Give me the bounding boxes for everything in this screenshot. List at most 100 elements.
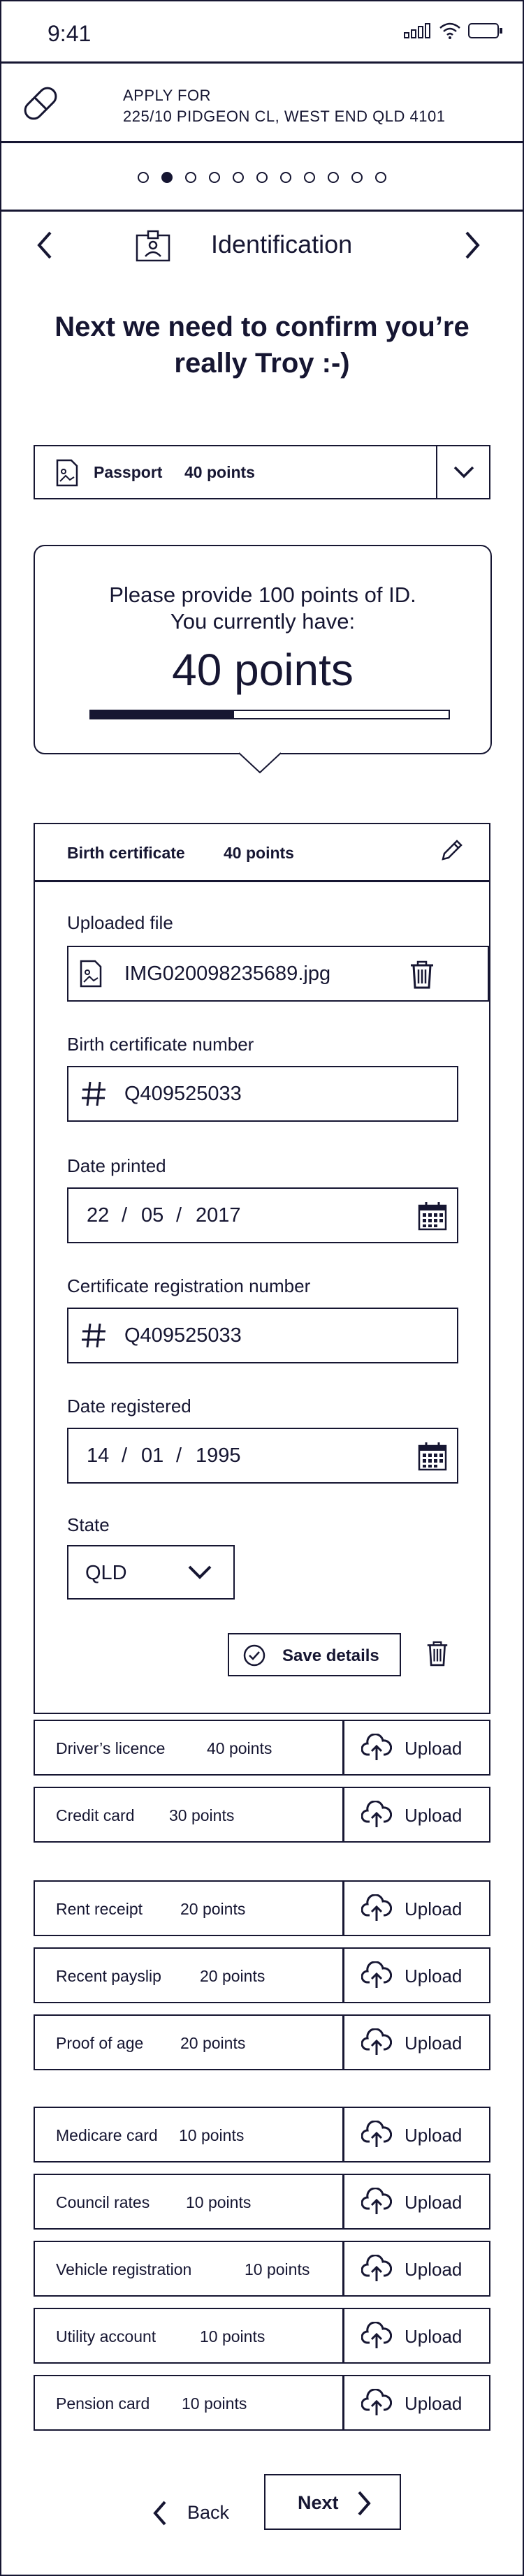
upload-button[interactable]: Upload: [342, 2376, 491, 2429]
progress-dot: [304, 172, 315, 183]
document-row: Vehicle registration 10 points Upload: [34, 2241, 490, 2297]
id-card-icon: [136, 230, 170, 262]
progress-dot: [328, 172, 339, 183]
calendar-icon[interactable]: [418, 1442, 447, 1471]
upload-label: Upload: [405, 1898, 463, 1919]
state-label: State: [67, 1514, 110, 1535]
divider: [1, 61, 523, 64]
document-row: Recent payslip 20 points Upload: [34, 1947, 490, 2003]
chevron-right-icon: [358, 2491, 371, 2516]
upload-label: Upload: [405, 1966, 463, 1986]
upload-button[interactable]: Upload: [342, 1788, 491, 1841]
uploaded-file-name: IMG020098235689.jpg: [124, 963, 331, 985]
chevron-down-icon: [188, 1565, 212, 1579]
document-name: Rent receipt: [56, 1900, 143, 1918]
document-points: 20 points: [180, 1900, 246, 1918]
step-title: Identification: [211, 230, 353, 258]
upload-button[interactable]: Upload: [342, 2108, 491, 2161]
cloud-upload-icon: [361, 2028, 392, 2055]
progress-dot: [161, 172, 173, 183]
chevron-down-icon[interactable]: [453, 464, 475, 480]
pencil-icon[interactable]: [439, 838, 464, 863]
chevron-left-icon[interactable]: [35, 230, 54, 261]
document-name: Proof of age: [56, 2034, 144, 2052]
card-document-name: Birth certificate: [67, 844, 185, 862]
uploaded-file-field: IMG020098235689.jpg: [67, 946, 489, 1002]
uploaded-file-label: Uploaded file: [67, 912, 173, 933]
document-row: Medicare card 10 points Upload: [34, 2107, 490, 2162]
state-select[interactable]: QLD: [67, 1545, 235, 1600]
upload-button[interactable]: Upload: [342, 2016, 491, 2069]
trash-icon[interactable]: [409, 960, 435, 989]
upload-button[interactable]: Upload: [342, 2309, 491, 2362]
bubble-pointer: [239, 752, 281, 774]
progress-dot: [233, 172, 244, 183]
upload-button[interactable]: Upload: [342, 1949, 491, 2002]
document-points: 10 points: [186, 2193, 252, 2211]
chevron-right-icon[interactable]: [463, 230, 482, 261]
step-navigation: Identification: [1, 214, 523, 277]
document-row: Rent receipt 20 points Upload: [34, 1880, 490, 1936]
save-details-button[interactable]: Save details: [228, 1633, 401, 1676]
back-button[interactable]: Back: [148, 2494, 239, 2535]
date-printed-label: Date printed: [67, 1155, 166, 1176]
selected-document-name: Passport: [94, 463, 163, 481]
progress-dot: [280, 172, 291, 183]
cloud-upload-icon: [361, 1801, 392, 1827]
trash-icon[interactable]: [426, 1640, 449, 1667]
document-name: Council rates: [56, 2193, 150, 2211]
cloud-upload-icon: [361, 1961, 392, 1988]
certificate-number-input[interactable]: Q409525033: [67, 1066, 458, 1122]
document-name: Vehicle registration: [56, 2260, 192, 2278]
next-button[interactable]: Next: [264, 2474, 401, 2530]
check-circle-icon: [243, 1644, 265, 1667]
state-value: QLD: [85, 1562, 127, 1584]
document-row: Proof of age 20 points Upload: [34, 2014, 490, 2070]
cloud-upload-icon: [361, 2389, 392, 2415]
date-printed-month: 05: [141, 1204, 164, 1227]
calendar-icon[interactable]: [418, 1201, 447, 1231]
document-name: Medicare card: [56, 2126, 158, 2144]
date-registered-month: 01: [141, 1444, 164, 1467]
signal-icon: [404, 23, 430, 38]
upload-label: Upload: [405, 2192, 463, 2213]
registration-number-label: Certificate registration number: [67, 1275, 311, 1296]
cloud-upload-icon: [361, 1894, 392, 1921]
upload-button[interactable]: Upload: [342, 1721, 491, 1774]
birth-certificate-card: Birth certificate 40 points Uploaded fil…: [34, 823, 490, 1714]
pill-logo-icon: [24, 87, 57, 120]
upload-button[interactable]: Upload: [342, 2175, 491, 2228]
upload-label: Upload: [405, 2033, 463, 2054]
registration-number-input[interactable]: Q409525033: [67, 1308, 458, 1363]
points-progress-bar: [89, 710, 450, 719]
upload-label: Upload: [405, 1805, 463, 1826]
progress-dot: [375, 172, 386, 183]
image-file-icon: [80, 960, 102, 988]
selected-document-points: 40 points: [184, 463, 255, 481]
document-name: Pension card: [56, 2394, 150, 2413]
current-points: 40 points: [172, 645, 354, 695]
document-name: Utility account: [56, 2327, 157, 2346]
document-row: Driver’s licence 40 points Upload: [34, 1720, 490, 1776]
document-type-select[interactable]: Passport 40 points: [34, 445, 490, 499]
cloud-upload-icon: [361, 2121, 392, 2147]
date-registered-label: Date registered: [67, 1396, 191, 1417]
upload-button[interactable]: Upload: [342, 2242, 491, 2295]
page-heading: Next we need to confirm you’re really Tr…: [54, 312, 470, 379]
document-points: 30 points: [169, 1806, 235, 1824]
document-row: Council rates 10 points Upload: [34, 2174, 490, 2230]
property-address: 225/10 PIDGEON CL, WEST END QLD 4101: [123, 108, 446, 125]
date-registered-input[interactable]: 14 / 01 / 1995: [67, 1428, 458, 1484]
card-document-points: 40 points: [224, 844, 294, 862]
date-printed-day: 22: [87, 1204, 110, 1227]
certificate-number-value: Q409525033: [124, 1083, 242, 1105]
upload-button[interactable]: Upload: [342, 1882, 491, 1935]
image-file-icon: [56, 459, 78, 487]
document-points: 20 points: [200, 1967, 265, 1985]
document-name: Driver’s licence: [56, 1739, 166, 1757]
date-printed-input[interactable]: 22 / 05 / 2017: [67, 1187, 458, 1243]
cloud-upload-icon: [361, 2322, 392, 2348]
document-points: 10 points: [200, 2327, 265, 2346]
battery-icon: [468, 23, 502, 38]
upload-label: Upload: [405, 2326, 463, 2347]
